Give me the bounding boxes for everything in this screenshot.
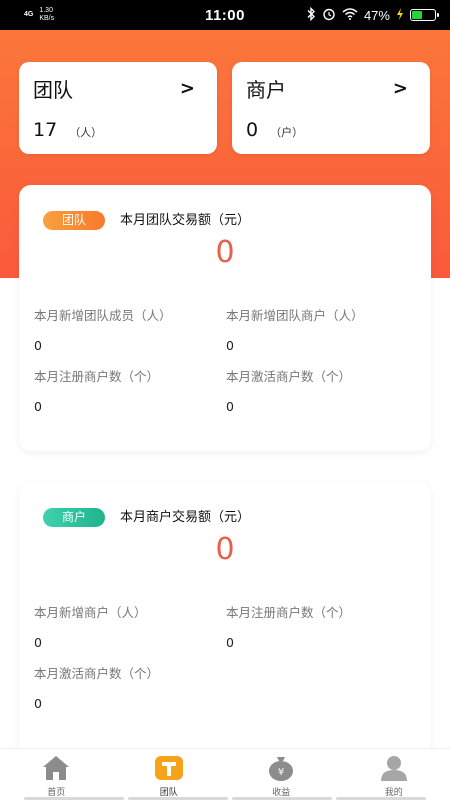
charging-icon [396, 7, 404, 23]
nav-item-home[interactable]: 首页 [0, 749, 113, 800]
team-card-title: 本月团队交易额（元） [120, 213, 251, 228]
metric-label: 本月新增团队成员（人） [34, 308, 172, 323]
merchant-card-title: 本月商户交易额（元） [120, 510, 251, 525]
team-tag: 团队 [43, 211, 105, 230]
team-summary-title: 团队 [33, 78, 73, 102]
status-bar: 4G 1.30 KB/s 11:00 47% [0, 0, 450, 30]
team-summary-card[interactable]: 团队 > 17 （人） [19, 62, 217, 154]
network-speed: 1.30 KB/s [39, 7, 54, 23]
metric-label: 本月新增商户（人） [34, 605, 147, 620]
speed-value: 1.30 [39, 7, 53, 14]
status-left: 4G 1.30 KB/s [24, 7, 144, 23]
nav-item-mine[interactable]: 我的 [338, 749, 450, 800]
money-bag-icon[interactable]: ¥ [265, 753, 297, 783]
metric-value: 0 [226, 338, 234, 353]
merchant-transaction-amount: 0 [215, 532, 235, 567]
merchant-count-unit: （户） [270, 126, 304, 139]
team-metric-new-members: 本月新增团队成员（人） 0 [34, 305, 224, 353]
svg-text:¥: ¥ [278, 767, 284, 778]
metric-label: 本月注册商户数（个） [226, 605, 352, 620]
alarm-icon [322, 7, 336, 24]
network-indicator: 4G [24, 11, 34, 18]
team-count: 17 [33, 119, 58, 141]
metric-label: 本月激活商户数（个） [34, 666, 160, 681]
user-icon[interactable] [378, 753, 410, 783]
nav-item-team[interactable]: 团队 [113, 749, 226, 800]
battery-percent: 47% [363, 7, 390, 23]
metric-value: 0 [34, 399, 42, 414]
metric-label: 本月新增团队商户（人） [226, 308, 364, 323]
wifi-icon [342, 7, 358, 23]
merchant-metric-activated: 本月激活商户数（个） 0 [34, 663, 224, 711]
merchant-stats-card: 商户 本月商户交易额（元） 0 本月新增商户（人） 0 本月注册商户数（个） 0… [19, 482, 431, 762]
merchant-metric-registered: 本月注册商户数（个） 0 [226, 602, 416, 650]
merchant-tag: 商户 [43, 508, 105, 527]
metric-label: 本月激活商户数（个） [226, 369, 352, 384]
merchant-metric-new: 本月新增商户（人） 0 [34, 602, 224, 650]
status-time: 11:00 [204, 6, 245, 24]
status-right: 47% [306, 6, 439, 24]
team-metric-registered: 本月注册商户数（个） 0 [34, 366, 224, 414]
battery-icon [409, 9, 439, 21]
metric-value: 0 [34, 635, 42, 650]
merchant-count: 0 [246, 119, 259, 141]
metric-value: 0 [226, 399, 234, 414]
team-transaction-amount: 0 [215, 235, 235, 270]
chevron-right-icon[interactable]: > [180, 78, 195, 99]
team-metric-activated: 本月激活商户数（个） 0 [226, 366, 416, 414]
bottom-nav: 首页 团队 ¥ 收益 我的 [0, 748, 450, 800]
team-stats-card: 团队 本月团队交易额（元） 0 本月新增团队成员（人） 0 本月新增团队商户（人… [19, 185, 431, 451]
battery-fill [411, 11, 423, 19]
metric-value: 0 [34, 696, 42, 711]
nav-item-earnings[interactable]: ¥ 收益 [225, 749, 338, 800]
bluetooth-icon [306, 6, 316, 24]
speed-unit: KB/s [39, 15, 55, 22]
metric-label: 本月注册商户数（个） [34, 369, 160, 384]
chevron-right-icon[interactable]: > [393, 78, 408, 99]
home-icon[interactable] [40, 753, 72, 783]
team-icon[interactable] [153, 753, 185, 783]
merchant-summary-title: 商户 [246, 78, 286, 102]
merchant-summary-card[interactable]: 商户 > 0 （户） [232, 62, 430, 154]
team-count-unit: （人） [69, 126, 103, 139]
metric-value: 0 [34, 338, 42, 353]
team-metric-new-merchants: 本月新增团队商户（人） 0 [226, 305, 416, 353]
metric-value: 0 [226, 635, 234, 650]
